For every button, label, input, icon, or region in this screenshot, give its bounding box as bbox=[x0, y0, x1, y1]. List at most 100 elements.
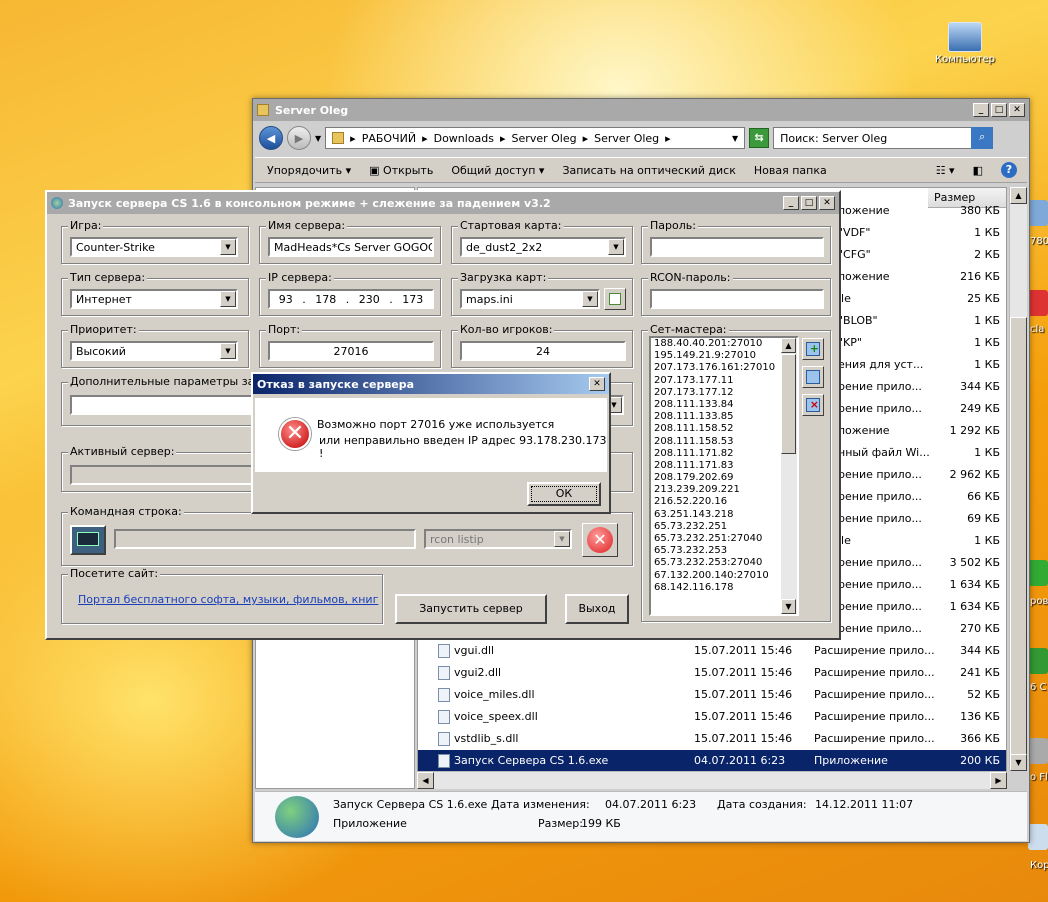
breadcrumb-item[interactable]: Server Oleg bbox=[512, 132, 577, 145]
explorer-titlebar[interactable]: Server Oleg _ □ ✕ bbox=[253, 99, 1029, 121]
chevron-down-icon[interactable]: ▼ bbox=[220, 343, 236, 359]
add-master-icon[interactable]: + bbox=[802, 338, 824, 360]
list-item[interactable]: 208.111.171.83 bbox=[651, 460, 797, 472]
close-button[interactable]: ✕ bbox=[589, 377, 605, 391]
list-item[interactable]: 65.73.232.253 bbox=[651, 545, 797, 557]
ip-input[interactable]: 93. 178. 230. 173 bbox=[268, 289, 434, 309]
help-icon[interactable]: ? bbox=[1001, 162, 1017, 178]
edit-icon[interactable] bbox=[604, 288, 626, 310]
forward-button[interactable]: ▶ bbox=[287, 126, 311, 150]
chevron-down-icon[interactable]: ▼ bbox=[582, 291, 598, 307]
chevron-down-icon[interactable]: ▼ bbox=[608, 239, 624, 255]
list-item[interactable]: 65.73.232.251:27040 bbox=[651, 533, 797, 545]
table-row[interactable]: vgui2.dll 15.07.2011 15:46 Расширение прил… bbox=[418, 662, 1006, 684]
scroll-thumb[interactable] bbox=[781, 354, 796, 454]
table-row[interactable]: voice_miles.dll 15.07.2011 15:46 Расширени… bbox=[418, 684, 1006, 706]
new-folder-button[interactable]: Новая папка bbox=[754, 164, 827, 177]
breadcrumb-item[interactable]: РАБОЧИЙ bbox=[362, 132, 416, 145]
table-row[interactable]: Запуск Сервера CS 1.6.exe 04.07.2011 6:23… bbox=[418, 750, 1006, 772]
preview-pane-icon[interactable]: ◧ bbox=[973, 164, 983, 177]
list-item[interactable]: 188.40.40.201:27010 bbox=[651, 338, 797, 350]
list-item[interactable]: 207.173.176.161:27010 bbox=[651, 362, 797, 374]
scroll-down-button[interactable]: ▼ bbox=[781, 599, 796, 614]
list-item[interactable]: 65.73.232.253:27040 bbox=[651, 557, 797, 569]
list-item[interactable]: 207.173.177.11 bbox=[651, 375, 797, 387]
edit-master-icon[interactable] bbox=[802, 366, 824, 388]
list-item[interactable]: 207.173.177.12 bbox=[651, 387, 797, 399]
maximize-button[interactable]: □ bbox=[801, 196, 817, 210]
server-name-input[interactable]: MadHeads*Cs Server GOGOGO bbox=[268, 237, 434, 257]
game-select[interactable]: Counter-Strike ▼ bbox=[70, 237, 238, 257]
scroll-left-button[interactable]: ◀ bbox=[417, 772, 434, 789]
maximize-button[interactable]: □ bbox=[991, 103, 1007, 117]
minimize-button[interactable]: _ bbox=[783, 196, 799, 210]
breadcrumb[interactable]: ▸ РАБОЧИЙ ▸ Downloads ▸ Server Oleg ▸ Server… bbox=[325, 127, 746, 149]
view-options-icon[interactable]: ☷ ▾ bbox=[936, 164, 955, 177]
search-icon[interactable]: ⌕ bbox=[971, 127, 994, 149]
remove-master-icon[interactable]: × bbox=[802, 394, 824, 416]
dialog-titlebar[interactable]: Отказ в запуске сервера ✕ bbox=[253, 374, 609, 394]
chevron-down-icon[interactable]: ▼ bbox=[732, 134, 738, 143]
desktop-side-icon-4[interactable] bbox=[1028, 648, 1048, 674]
list-item[interactable]: 195.149.21.9:27010 bbox=[651, 350, 797, 362]
horizontal-scrollbar[interactable]: ◀ ▶ bbox=[417, 771, 1007, 789]
list-item[interactable]: 213.239.209.221 bbox=[651, 484, 797, 496]
master-server-list[interactable]: 188.40.40.201:27010 195.149.21.9:27010 207… bbox=[649, 336, 799, 616]
server-type-select[interactable]: Интернет ▼ bbox=[70, 289, 238, 309]
minimize-button[interactable]: _ bbox=[973, 103, 989, 117]
scroll-down-button[interactable]: ▼ bbox=[1010, 754, 1027, 771]
list-item[interactable]: 208.111.171.82 bbox=[651, 448, 797, 460]
desktop-side-icon-3[interactable] bbox=[1028, 560, 1048, 586]
visit-site-link[interactable]: Портал бесплатного софта, музыки, фильмо… bbox=[78, 593, 378, 606]
rcon-password-input[interactable] bbox=[650, 289, 824, 309]
refresh-icon[interactable]: ⇆ bbox=[749, 128, 770, 148]
desktop-side-icon-5[interactable] bbox=[1028, 738, 1048, 764]
list-item[interactable]: 208.111.158.52 bbox=[651, 423, 797, 435]
list-item[interactable]: 208.179.202.69 bbox=[651, 472, 797, 484]
scroll-thumb[interactable] bbox=[1010, 317, 1027, 757]
chevron-down-icon[interactable]: ▼ bbox=[220, 291, 236, 307]
list-item[interactable]: 208.111.133.84 bbox=[651, 399, 797, 411]
console-icon[interactable] bbox=[70, 525, 106, 555]
close-button[interactable]: ✕ bbox=[819, 196, 835, 210]
port-input[interactable]: 27016 bbox=[268, 341, 434, 361]
list-item[interactable]: 65.73.232.251 bbox=[651, 521, 797, 533]
breadcrumb-item[interactable]: Server Oleg bbox=[594, 132, 659, 145]
back-button[interactable]: ◀ bbox=[259, 126, 283, 150]
priority-select[interactable]: Высокий ▼ bbox=[70, 341, 238, 361]
scroll-up-button[interactable]: ▲ bbox=[1010, 187, 1027, 204]
desktop-side-icon-1[interactable] bbox=[1028, 200, 1048, 226]
organize-menu[interactable]: Упорядочить ▾ bbox=[267, 164, 351, 177]
share-menu[interactable]: Общий доступ ▾ bbox=[451, 164, 544, 177]
list-item[interactable]: 63.251.143.218 bbox=[651, 509, 797, 521]
start-map-select[interactable]: de_dust2_2x2 ▼ bbox=[460, 237, 626, 257]
open-button[interactable]: ▣ Открыть bbox=[369, 164, 433, 177]
list-item[interactable]: 67.132.200.140:27010 bbox=[651, 570, 797, 582]
breadcrumb-item[interactable]: Downloads bbox=[434, 132, 494, 145]
list-item[interactable]: 68.142.116.178 bbox=[651, 582, 797, 594]
players-input[interactable]: 24 bbox=[460, 341, 626, 361]
ok-button[interactable]: ОК bbox=[527, 482, 601, 506]
desktop-side-icon-2[interactable] bbox=[1028, 290, 1048, 316]
scroll-up-button[interactable]: ▲ bbox=[781, 338, 796, 353]
map-load-select[interactable]: maps.ini ▼ bbox=[460, 289, 600, 309]
stop-button[interactable]: ✕ bbox=[582, 523, 618, 557]
scroll-right-button[interactable]: ▶ bbox=[990, 772, 1007, 789]
list-item[interactable]: 208.111.133.85 bbox=[651, 411, 797, 423]
chevron-down-icon[interactable]: ▼ bbox=[220, 239, 236, 255]
computer-desktop-icon[interactable]: Компьютер bbox=[930, 22, 1000, 65]
table-row[interactable]: vstdlib_s.dll 15.07.2011 15:46 Расширение … bbox=[418, 728, 1006, 750]
table-row[interactable]: voice_speex.dll 15.07.2011 15:46 Расширени… bbox=[418, 706, 1006, 728]
exit-button[interactable]: Выход bbox=[565, 594, 629, 624]
launcher-titlebar[interactable]: Запуск сервера CS 1.6 в консольном режим… bbox=[47, 192, 839, 214]
vertical-scrollbar[interactable]: ▲ ▼ bbox=[1009, 187, 1027, 771]
search-input[interactable]: Поиск: Server Oleg ⌕ bbox=[773, 127, 994, 149]
password-input[interactable] bbox=[650, 237, 824, 257]
table-row[interactable]: vgui.dll 15.07.2011 15:46 Расширение прило… bbox=[418, 640, 1006, 662]
list-item[interactable]: 216.52.220.16 bbox=[651, 496, 797, 508]
list-item[interactable]: 208.111.158.53 bbox=[651, 436, 797, 448]
burn-button[interactable]: Записать на оптический диск bbox=[562, 164, 735, 177]
start-server-button[interactable]: Запустить сервер bbox=[395, 594, 547, 624]
close-button[interactable]: ✕ bbox=[1009, 103, 1025, 117]
history-dropdown-icon[interactable]: ▼ bbox=[315, 134, 321, 143]
